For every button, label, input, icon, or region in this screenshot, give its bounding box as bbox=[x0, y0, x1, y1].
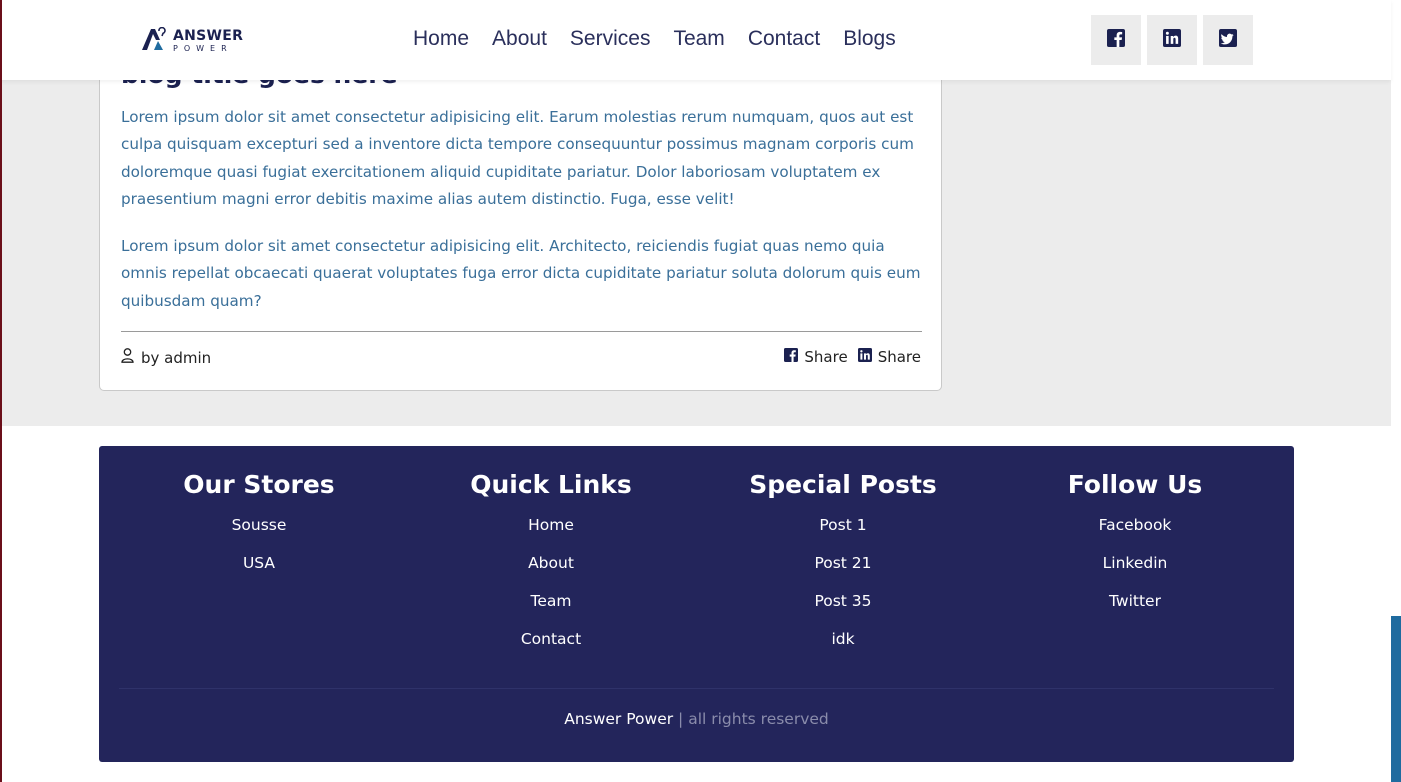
main-nav: Home About Services Team Contact Blogs bbox=[413, 27, 896, 51]
footer-link-post-1[interactable]: Post 1 bbox=[693, 515, 993, 553]
share-linkedin-label: Share bbox=[877, 348, 921, 366]
facebook-icon bbox=[1107, 29, 1125, 51]
linkedin-icon bbox=[1163, 29, 1181, 51]
copyright-text: | all rights reserved bbox=[678, 710, 829, 728]
twitter-icon bbox=[1219, 29, 1237, 51]
footer-link-sousse[interactable]: Sousse bbox=[109, 515, 409, 553]
blog-paragraph-1: Lorem ipsum dolor sit amet consectetur a… bbox=[121, 108, 914, 208]
footer-link-linkedin[interactable]: Linkedin bbox=[985, 553, 1285, 591]
footer-heading-follow-us: Follow Us bbox=[1067, 470, 1203, 499]
header-social-links bbox=[1091, 15, 1253, 65]
nav-blogs[interactable]: Blogs bbox=[843, 27, 896, 51]
blog-paragraph-2: Lorem ipsum dolor sit amet consectetur a… bbox=[121, 237, 921, 310]
logo-tagline: POWER bbox=[173, 44, 233, 53]
site-footer: Our Stores Sousse USA Quick Links Home A… bbox=[99, 446, 1294, 762]
footer-link-home[interactable]: Home bbox=[401, 515, 701, 553]
footer-col-special-posts: Special Posts Post 1 Post 21 Post 35 idk bbox=[693, 469, 993, 667]
site-header: ANSWER POWER Home About Services Team Co… bbox=[0, 0, 1391, 80]
nav-services[interactable]: Services bbox=[570, 27, 651, 51]
nav-about[interactable]: About bbox=[492, 27, 547, 51]
nav-team[interactable]: Team bbox=[673, 27, 724, 51]
share-facebook-label: Share bbox=[804, 348, 848, 366]
footer-link-contact[interactable]: Contact bbox=[401, 629, 701, 667]
share-linkedin-link[interactable]: Share bbox=[857, 348, 921, 366]
author-label: by admin bbox=[141, 348, 212, 367]
footer-link-about[interactable]: About bbox=[401, 553, 701, 591]
footer-heading-stores: Our Stores bbox=[183, 470, 335, 499]
facebook-icon bbox=[784, 348, 799, 366]
logo-name: ANSWER bbox=[173, 28, 244, 44]
header-twitter-button[interactable] bbox=[1203, 15, 1253, 65]
footer-link-team[interactable]: Team bbox=[401, 591, 701, 629]
linkedin-icon bbox=[857, 348, 872, 366]
footer-link-facebook[interactable]: Facebook bbox=[985, 515, 1285, 553]
logo-mark-icon bbox=[141, 26, 169, 55]
footer-link-idk[interactable]: idk bbox=[693, 629, 993, 667]
footer-link-post-21[interactable]: Post 21 bbox=[693, 553, 993, 591]
footer-link-twitter[interactable]: Twitter bbox=[985, 591, 1285, 629]
share-links: Share Share bbox=[784, 348, 921, 366]
nav-home[interactable]: Home bbox=[413, 27, 469, 51]
footer-copyright: Answer Power | all rights reserved bbox=[99, 710, 1294, 728]
user-icon bbox=[121, 348, 134, 367]
footer-link-post-35[interactable]: Post 35 bbox=[693, 591, 993, 629]
footer-link-usa[interactable]: USA bbox=[109, 553, 409, 591]
footer-col-follow-us: Follow Us Facebook Linkedin Twitter bbox=[985, 469, 1285, 629]
header-facebook-button[interactable] bbox=[1091, 15, 1141, 65]
footer-divider bbox=[119, 688, 1274, 689]
header-linkedin-button[interactable] bbox=[1147, 15, 1197, 65]
left-edge-border bbox=[0, 0, 2, 782]
card-divider bbox=[121, 331, 922, 332]
brand-logo[interactable]: ANSWER POWER bbox=[141, 26, 243, 55]
share-facebook-link[interactable]: Share bbox=[784, 348, 848, 366]
scrollbar-thumb[interactable] bbox=[1391, 616, 1401, 782]
blog-author: by admin bbox=[121, 348, 211, 367]
nav-contact[interactable]: Contact bbox=[748, 27, 820, 51]
footer-col-stores: Our Stores Sousse USA bbox=[109, 469, 409, 591]
footer-heading-special-posts: Special Posts bbox=[749, 470, 937, 499]
logo-wordmark: ANSWER POWER bbox=[173, 29, 243, 53]
footer-col-quick-links: Quick Links Home About Team Contact bbox=[401, 469, 701, 667]
copyright-brand: Answer Power bbox=[564, 710, 674, 728]
footer-heading-quick-links: Quick Links bbox=[470, 470, 632, 499]
